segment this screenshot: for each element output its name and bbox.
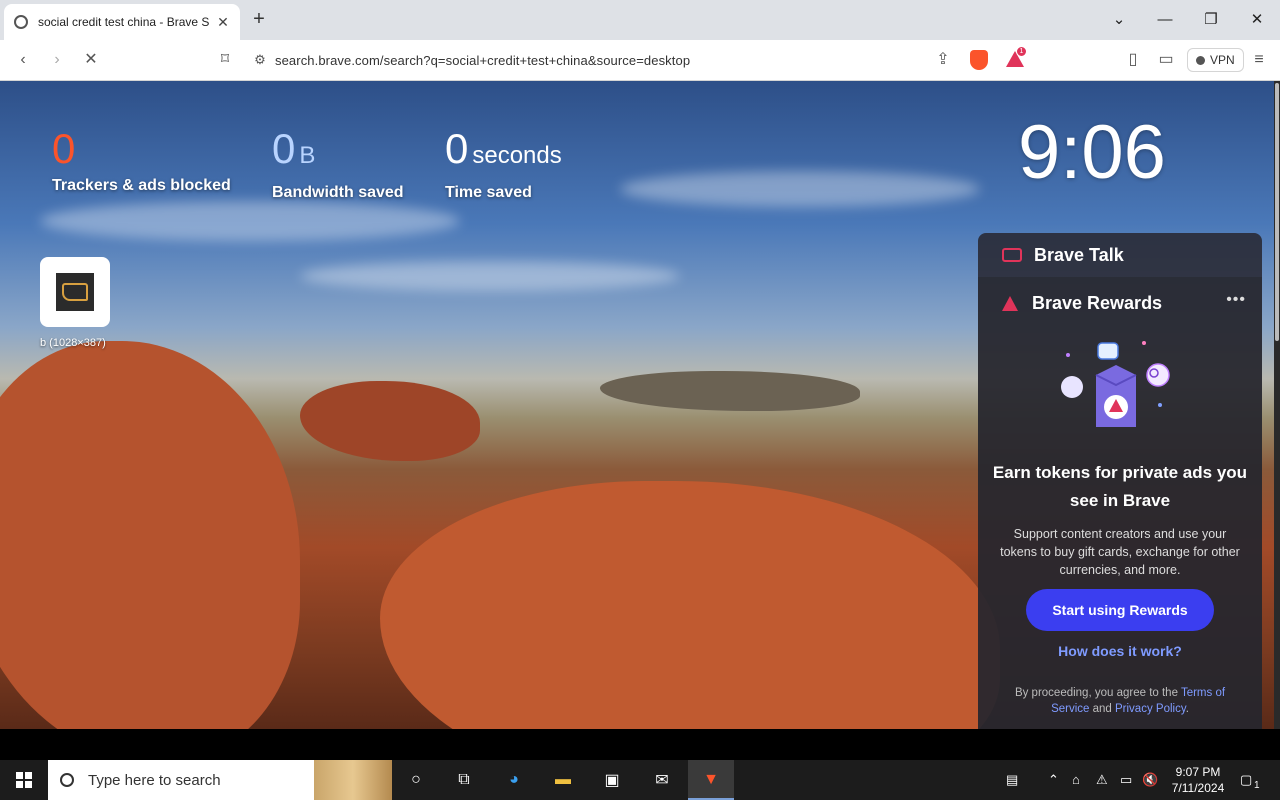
background-cloud — [300, 261, 680, 291]
site-info-icon[interactable]: ⚙ — [245, 52, 275, 68]
privacy-policy-link[interactable]: Privacy Policy — [1115, 703, 1186, 715]
tab-active[interactable]: social credit test china - Brave S ✕ — [4, 4, 240, 40]
legal-and: and — [1089, 703, 1115, 715]
new-tab-page: 0 Trackers & ads blocked 0B Bandwidth sa… — [0, 81, 1280, 729]
rewards-legal-text: By proceeding, you agree to the Terms of… — [996, 685, 1244, 717]
background-rock — [300, 381, 480, 461]
back-button[interactable]: ‹ — [10, 48, 36, 72]
windows-taskbar: Type here to search ○ ⧉ ◕ ▬ ▣ ✉ ▼ ▤ ⌃ ⌂ … — [0, 760, 1280, 800]
stat-trackers: 0 Trackers & ads blocked — [52, 125, 231, 195]
new-tab-button[interactable]: + — [248, 8, 270, 32]
wallet-icon[interactable]: ▭ — [1153, 48, 1179, 72]
vpn-label: VPN — [1210, 53, 1235, 67]
bandwidth-value: 0 — [272, 125, 296, 172]
tab-search-chevron-icon[interactable]: ⌄ — [1096, 8, 1142, 32]
trackers-label: Trackers & ads blocked — [52, 177, 231, 194]
show-hidden-icons-icon[interactable]: ⌃ — [1048, 772, 1059, 788]
stat-bandwidth: 0B Bandwidth saved — [272, 125, 404, 202]
background-rock — [380, 481, 1000, 729]
top-site-thumbnail — [56, 273, 94, 311]
cortana-icon[interactable]: ○ — [404, 768, 428, 792]
stop-loading-button[interactable]: ✕ — [78, 48, 104, 72]
url-text: search.brave.com/search?q=social+credit+… — [275, 52, 691, 68]
network-icon[interactable]: ▭ — [1120, 772, 1132, 788]
notifications-icon[interactable]: ▢ — [1240, 772, 1252, 788]
forward-button[interactable]: › — [44, 48, 70, 72]
bandwidth-label: Bandwidth saved — [272, 184, 404, 201]
search-icon — [60, 773, 74, 787]
rewards-illustration — [1061, 341, 1170, 427]
bat-triangle-icon — [1002, 296, 1018, 311]
legal-prefix: By proceeding, you agree to the — [1014, 687, 1181, 699]
background-mountain — [600, 371, 860, 411]
bookmark-icon[interactable]: ⌑ — [212, 48, 238, 72]
security-icon[interactable]: ⚠ — [1096, 772, 1108, 788]
brave-talk-card[interactable]: Brave Talk — [978, 233, 1262, 277]
tab-title: social credit test china - Brave S — [38, 15, 210, 29]
rewards-description: Support content creators and use your to… — [1000, 527, 1240, 577]
notification-count: 1 — [1254, 780, 1260, 791]
microsoft-store-icon[interactable]: ▣ — [600, 768, 624, 792]
mail-icon[interactable]: ✉ — [650, 768, 674, 792]
brave-rewards-card: Brave Rewards ••• Earn tokens for privat… — [978, 277, 1262, 729]
sidebar-toggle-icon[interactable]: ▯ — [1120, 48, 1146, 72]
top-site-label[interactable]: b (1028×387) — [40, 337, 106, 349]
page-bottom-area — [0, 729, 1280, 760]
time-value: 0 — [445, 125, 469, 172]
taskbar-clock[interactable]: 9:07 PM 7/11/2024 — [1162, 764, 1234, 796]
tab-strip: social credit test china - Brave S ✕ + ⌄… — [0, 0, 1280, 40]
close-tab-icon[interactable]: ✕ — [214, 14, 232, 31]
restore-button[interactable]: ❐ — [1188, 8, 1234, 32]
background-cloud — [40, 201, 460, 241]
brave-shields-icon[interactable] — [970, 50, 988, 70]
address-bar[interactable]: ⚙ search.brave.com/search?q=social+credi… — [245, 45, 1035, 75]
taskbar-search-placeholder: Type here to search — [88, 771, 221, 789]
minimize-button[interactable]: — — [1142, 8, 1188, 32]
browser-toolbar: ‹ › ✕ ⌑ ⚙ search.brave.com/search?q=soci… — [0, 40, 1280, 81]
video-camera-icon — [1002, 248, 1022, 262]
rewards-badge: 1 — [1016, 46, 1027, 57]
page-scrollbar[interactable] — [1274, 81, 1280, 729]
rewards-headline: Earn tokens for private ads you see in B… — [992, 463, 1248, 510]
boot-icon — [62, 283, 88, 301]
top-site-tile[interactable] — [40, 257, 110, 327]
rewards-title: Brave Rewards — [1032, 293, 1163, 313]
taskbar-search-box[interactable]: Type here to search — [48, 760, 392, 800]
news-widget-icon[interactable]: ▤ — [1006, 772, 1018, 788]
scrollbar-thumb[interactable] — [1275, 83, 1279, 341]
share-icon[interactable]: ⇪ — [930, 48, 956, 72]
brave-search-favicon-icon — [14, 15, 28, 29]
trackers-value: 0 — [52, 125, 76, 172]
brave-app-icon[interactable]: ▼ — [699, 768, 723, 792]
how-does-it-work-link[interactable]: How does it work? — [978, 643, 1262, 659]
time-label: Time saved — [445, 184, 532, 201]
volume-muted-icon[interactable]: 🔇 — [1142, 772, 1158, 788]
vpn-button[interactable]: VPN — [1187, 48, 1244, 72]
task-view-icon[interactable]: ⧉ — [452, 768, 476, 792]
close-window-button[interactable]: ✕ — [1234, 8, 1280, 32]
legal-suffix: . — [1185, 703, 1189, 715]
background-rock — [0, 341, 300, 729]
device-icon[interactable]: ⌂ — [1072, 772, 1080, 787]
new-tab-clock: 9:06 — [1018, 110, 1166, 195]
taskbar-time: 9:07 PM — [1175, 765, 1221, 779]
background-cloud — [620, 171, 980, 207]
search-highlight-image — [314, 760, 392, 800]
file-explorer-icon[interactable]: ▬ — [551, 768, 575, 792]
start-using-rewards-button[interactable]: Start using Rewards — [1026, 589, 1214, 631]
edge-icon[interactable]: ◕ — [502, 768, 526, 792]
rewards-header: Brave Rewards — [1002, 293, 1162, 314]
taskbar-date: 7/11/2024 — [1171, 781, 1225, 795]
brave-talk-title: Brave Talk — [1034, 244, 1124, 265]
more-options-icon[interactable]: ••• — [1226, 291, 1246, 309]
time-unit: seconds — [472, 142, 562, 169]
stat-time: 0 seconds Time saved — [445, 125, 562, 202]
menu-icon[interactable]: ≡ — [1246, 48, 1272, 72]
bandwidth-unit: B — [299, 142, 316, 169]
start-button[interactable] — [0, 760, 48, 800]
vpn-status-icon — [1196, 55, 1205, 65]
windows-logo-icon — [16, 772, 32, 788]
